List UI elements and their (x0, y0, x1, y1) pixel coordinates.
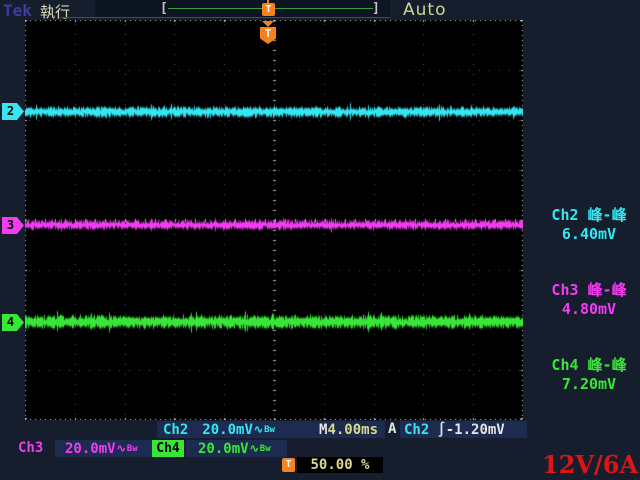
ch3-label: Ch3 (18, 440, 43, 456)
slope-rising-icon: ∫ (437, 422, 445, 438)
channel-3-marker: 3 (2, 217, 24, 234)
ch3-scale-value: 20.0mV (65, 441, 116, 457)
measurement-ch2: Ch2 峰-峰 6.40mV (540, 206, 638, 244)
trigger-position-icon: T (282, 458, 295, 472)
ch4-coupling-icon: ∿ (250, 442, 259, 455)
ch3-scale-readout: 20.0mV ∿ Bw (55, 440, 152, 457)
graticule-canvas (25, 20, 523, 420)
ch3-coupling-icon: ∿ (117, 442, 126, 455)
measurement-ch4-value: 7.20mV (540, 375, 638, 394)
ch4-scale-readout: 20.0mV ∿ Bw (186, 440, 287, 457)
measurement-ch4-label: Ch4 峰-峰 (540, 356, 638, 375)
ch3-bandwidth-icon: Bw (127, 442, 138, 457)
ch2-scale-readout: Ch2 20.0mV ∿ Bw (157, 421, 319, 438)
record-left-bracket: [ (160, 1, 168, 16)
brand-logo: Tek (3, 1, 32, 20)
watermark-label: 12V/6A (542, 450, 638, 479)
timebase-prefix: M (319, 422, 327, 438)
header-divider (60, 17, 390, 18)
ch4-scale-value: 20.0mV (198, 441, 249, 457)
measurement-ch3: Ch3 峰-峰 4.80mV (540, 281, 638, 319)
run-status-label: 執行 (40, 1, 70, 22)
ch2-coupling-icon: ∿ (254, 423, 263, 436)
channel-4-marker: 4 (2, 314, 24, 331)
acquisition-mode-label: Auto (403, 0, 446, 20)
measurement-ch3-label: Ch3 峰-峰 (540, 281, 638, 300)
channel-2-marker: 2 (2, 103, 24, 120)
trigger-readout: Ch2 ∫ -1.20mV (400, 421, 527, 438)
ch4-bandwidth-icon: Bw (260, 442, 271, 457)
trigger-position-value: 50.00 % (297, 457, 383, 473)
record-right-bracket: ] (372, 1, 380, 16)
measurement-ch2-value: 6.40mV (540, 225, 638, 244)
trigger-source-label: Ch2 (404, 422, 429, 438)
record-trigger-icon: T (262, 3, 275, 16)
trigger-mode-label: A (388, 421, 396, 437)
ch4-channel-badge: Ch4 (152, 440, 184, 457)
trigger-level-value: -1.20mV (446, 422, 505, 438)
measurement-ch3-value: 4.80mV (540, 300, 638, 319)
ch2-scale-value: 20.0mV (202, 422, 253, 438)
timebase-readout: M 4.00ms (319, 421, 385, 438)
timebase-value: 4.00ms (327, 422, 378, 438)
measurement-ch2-label: Ch2 峰-峰 (540, 206, 638, 225)
measurement-ch4: Ch4 峰-峰 7.20mV (540, 356, 638, 394)
ch2-label: Ch2 (163, 422, 188, 438)
ch2-bandwidth-icon: Bw (264, 423, 275, 438)
trigger-arrow-icon (262, 21, 274, 27)
